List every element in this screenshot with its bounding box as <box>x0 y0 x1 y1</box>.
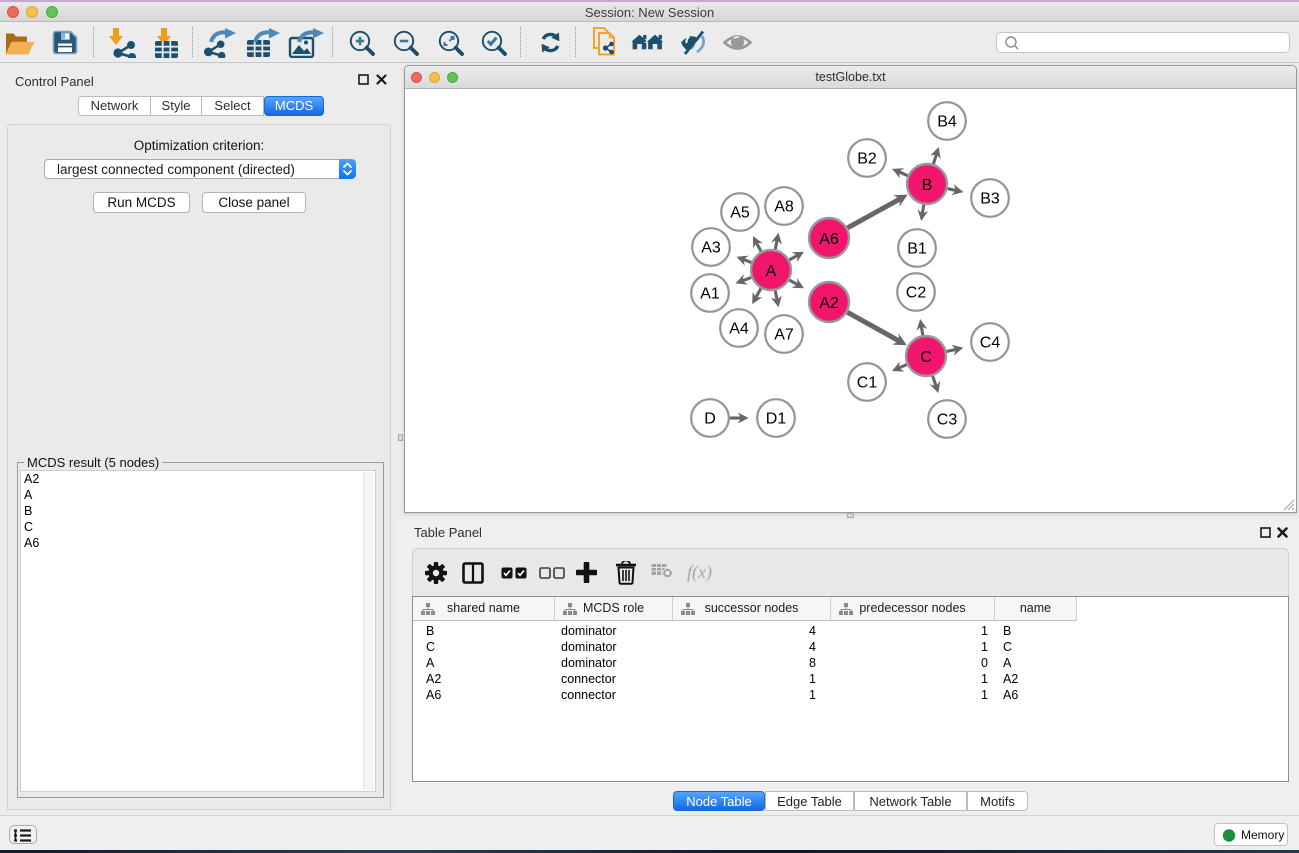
svg-text:D1: D1 <box>766 411 787 428</box>
svg-text:C3: C3 <box>937 412 958 429</box>
svg-text:A: A <box>766 263 777 280</box>
svg-text:C2: C2 <box>906 285 927 302</box>
svg-text:C4: C4 <box>980 335 1001 352</box>
svg-text:C: C <box>920 349 932 366</box>
svg-text:B3: B3 <box>980 191 1000 208</box>
svg-text:B1: B1 <box>907 241 927 258</box>
svg-text:A8: A8 <box>774 199 794 216</box>
svg-text:A1: A1 <box>700 286 720 303</box>
svg-text:A3: A3 <box>701 240 721 257</box>
svg-text:C1: C1 <box>857 375 878 392</box>
svg-text:B: B <box>922 177 933 194</box>
svg-text:D: D <box>704 411 716 428</box>
svg-text:B2: B2 <box>857 151 877 168</box>
svg-text:A5: A5 <box>730 205 750 222</box>
svg-text:A4: A4 <box>729 321 749 338</box>
svg-text:A6: A6 <box>819 231 839 248</box>
svg-text:A7: A7 <box>774 327 794 344</box>
svg-text:B4: B4 <box>937 114 957 131</box>
svg-text:A2: A2 <box>819 295 839 312</box>
